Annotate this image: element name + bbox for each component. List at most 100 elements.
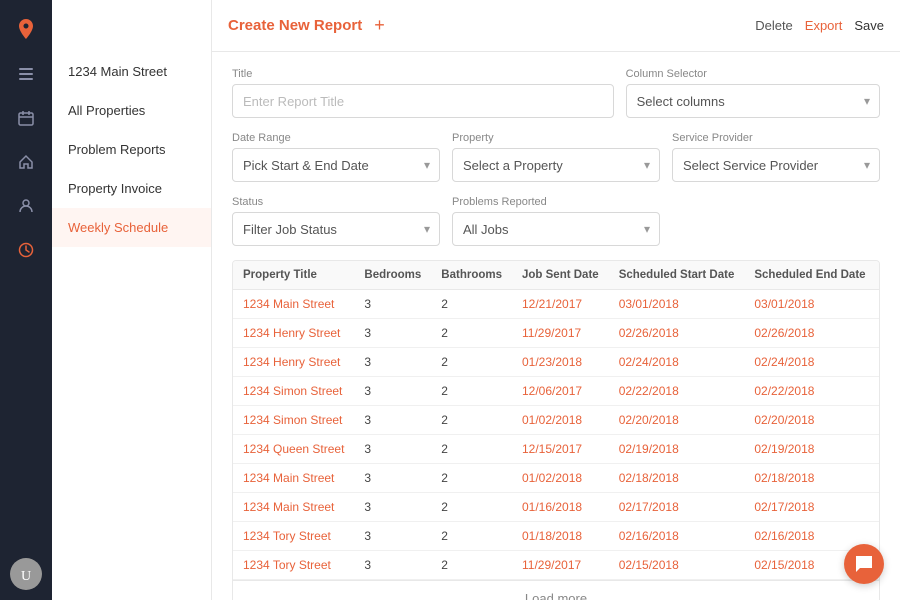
table-row: 1234 Tory Street 3 2 11/29/2017 02/15/20… xyxy=(233,551,880,580)
add-report-button[interactable]: + xyxy=(374,15,385,36)
property-cell[interactable]: 1234 Tory Street xyxy=(233,522,354,551)
problems-reported-group: Problems Reported All Jobs xyxy=(452,196,660,246)
nav-item-problem-reports[interactable]: Problem Reports xyxy=(52,130,211,169)
bedrooms-cell: 3 xyxy=(354,319,431,348)
nav-item-weekly-schedule[interactable]: Weekly Schedule xyxy=(52,208,211,247)
chat-bubble-button[interactable] xyxy=(844,544,884,584)
top-bar: Create New Report + Delete Export Save xyxy=(212,0,900,52)
bathrooms-cell: 2 xyxy=(431,290,512,319)
property-select[interactable]: Select a Property xyxy=(452,148,660,182)
date-range-select[interactable]: Pick Start & End Date xyxy=(232,148,440,182)
bathrooms-cell: 2 xyxy=(431,406,512,435)
table-row: 1234 Simon Street 3 2 01/02/2018 02/20/2… xyxy=(233,406,880,435)
property-group: Property Select a Property xyxy=(452,132,660,182)
property-cell[interactable]: 1234 Main Street xyxy=(233,290,354,319)
home-icon[interactable] xyxy=(6,142,46,182)
sched-start-cell: 02/16/2018 xyxy=(609,522,745,551)
scheduled-cell: 9:00 AM - xyxy=(876,522,880,551)
bedrooms-cell: 3 xyxy=(354,551,431,580)
clock-icon[interactable] xyxy=(6,230,46,270)
property-cell[interactable]: 1234 Henry Street xyxy=(233,348,354,377)
title-input[interactable] xyxy=(232,84,614,118)
bedrooms-cell: 3 xyxy=(354,406,431,435)
nav-item-all-properties[interactable]: All Properties xyxy=(52,91,211,130)
title-label: Title xyxy=(232,68,614,80)
service-provider-select[interactable]: Select Service Provider xyxy=(672,148,880,182)
bathrooms-cell: 2 xyxy=(431,435,512,464)
property-cell[interactable]: 1234 Queen Street xyxy=(233,435,354,464)
table-row: 1234 Main Street 3 2 12/21/2017 03/01/20… xyxy=(233,290,880,319)
person-icon[interactable] xyxy=(6,186,46,226)
column-selector-select[interactable]: Select columns xyxy=(626,84,880,118)
sched-start-cell: 02/26/2018 xyxy=(609,319,745,348)
column-selector-wrapper: Select columns xyxy=(626,84,880,118)
sched-start-cell: 02/15/2018 xyxy=(609,551,745,580)
property-cell[interactable]: 1234 Simon Street xyxy=(233,406,354,435)
bedrooms-cell: 3 xyxy=(354,493,431,522)
user-avatar[interactable] xyxy=(10,558,42,590)
results-table: Property Title Bedrooms Bathrooms Job Se… xyxy=(233,261,880,580)
property-cell[interactable]: 1234 Main Street xyxy=(233,464,354,493)
title-group: Title xyxy=(232,68,614,118)
nav-item-main-street[interactable]: 1234 Main Street xyxy=(52,52,211,91)
status-select[interactable]: Filter Job Status xyxy=(232,212,440,246)
col-header-bedrooms: Bedrooms xyxy=(354,261,431,290)
status-label: Status xyxy=(232,196,440,208)
nav-item-property-invoice[interactable]: Property Invoice xyxy=(52,169,211,208)
sched-start-cell: 02/24/2018 xyxy=(609,348,745,377)
status-group: Status Filter Job Status xyxy=(232,196,440,246)
property-cell[interactable]: 1234 Simon Street xyxy=(233,377,354,406)
bathrooms-cell: 2 xyxy=(431,464,512,493)
property-cell[interactable]: 1234 Main Street xyxy=(233,493,354,522)
scheduled-cell: 12:00 PM - xyxy=(876,464,880,493)
sched-start-cell: 02/19/2018 xyxy=(609,435,745,464)
job-sent-cell: 01/23/2018 xyxy=(512,348,609,377)
main-area: Create New Report + Delete Export Save T… xyxy=(212,0,900,600)
table-row: 1234 Tory Street 3 2 01/18/2018 02/16/20… xyxy=(233,522,880,551)
property-label: Property xyxy=(452,132,660,144)
bedrooms-cell: 3 xyxy=(354,435,431,464)
bedrooms-cell: 3 xyxy=(354,348,431,377)
load-more-button[interactable]: Load more xyxy=(233,580,879,600)
property-cell[interactable]: 1234 Henry Street xyxy=(233,319,354,348)
bathrooms-cell: 2 xyxy=(431,522,512,551)
save-button[interactable]: Save xyxy=(854,18,884,33)
bedrooms-cell: 3 xyxy=(354,377,431,406)
job-sent-cell: 11/29/2017 xyxy=(512,551,609,580)
map-pin-icon[interactable] xyxy=(6,10,46,50)
sched-end-cell: 03/01/2018 xyxy=(744,290,875,319)
nav-panel: 1234 Main Street All Properties Problem … xyxy=(52,0,212,600)
scheduled-cell: 10:00 AM - xyxy=(876,493,880,522)
problems-reported-select[interactable]: All Jobs xyxy=(452,212,660,246)
scheduled-cell: 12:00 PM - xyxy=(876,406,880,435)
service-provider-group: Service Provider Select Service Provider xyxy=(672,132,880,182)
col-header-sched-start: Scheduled Start Date xyxy=(609,261,745,290)
property-cell[interactable]: 1234 Tory Street xyxy=(233,551,354,580)
bedrooms-cell: 3 xyxy=(354,464,431,493)
problems-reported-label: Problems Reported xyxy=(452,196,660,208)
export-button[interactable]: Export xyxy=(805,18,843,33)
sched-end-cell: 02/19/2018 xyxy=(744,435,875,464)
sched-start-cell: 02/22/2018 xyxy=(609,377,745,406)
column-selector-group: Column Selector Select columns xyxy=(626,68,880,118)
bedrooms-cell: 3 xyxy=(354,290,431,319)
top-bar-actions: Delete Export Save xyxy=(755,18,884,33)
job-sent-cell: 11/29/2017 xyxy=(512,319,609,348)
sched-start-cell: 02/20/2018 xyxy=(609,406,745,435)
sched-end-cell: 02/24/2018 xyxy=(744,348,875,377)
job-sent-cell: 12/21/2017 xyxy=(512,290,609,319)
column-selector-label: Column Selector xyxy=(626,68,880,80)
scheduled-cell: 12:00 PM - xyxy=(876,290,880,319)
sched-end-cell: 02/18/2018 xyxy=(744,464,875,493)
service-provider-label: Service Provider xyxy=(672,132,880,144)
tasks-icon[interactable] xyxy=(6,54,46,94)
table-row: 1234 Henry Street 3 2 11/29/2017 02/26/2… xyxy=(233,319,880,348)
bathrooms-cell: 2 xyxy=(431,493,512,522)
form-row-2: Date Range Pick Start & End Date Propert… xyxy=(232,132,880,182)
calendar-icon[interactable] xyxy=(6,98,46,138)
status-wrapper: Filter Job Status xyxy=(232,212,440,246)
delete-button[interactable]: Delete xyxy=(755,18,793,33)
table-row: 1234 Simon Street 3 2 12/06/2017 02/22/2… xyxy=(233,377,880,406)
bathrooms-cell: 2 xyxy=(431,319,512,348)
job-sent-cell: 12/15/2017 xyxy=(512,435,609,464)
